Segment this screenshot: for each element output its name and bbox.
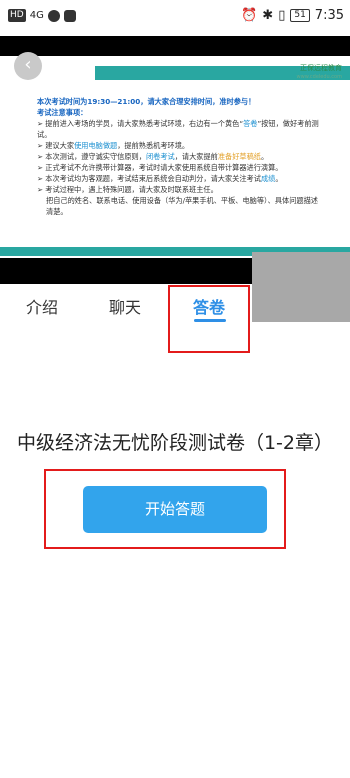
tab-intro[interactable]: 介绍 bbox=[26, 294, 58, 318]
status-left: HD 4G bbox=[8, 9, 76, 22]
tab-chat[interactable]: 聊天 bbox=[109, 294, 141, 318]
notice-item-6: ➢ 考试过程中，遇上特殊问题，请大家及时联系班主任。 bbox=[37, 185, 218, 194]
app-notification-icon bbox=[47, 9, 60, 22]
vibrate-icon: ▯ bbox=[278, 8, 286, 23]
notice-item-2: ➢ 建议大家使用电脑做题，提前熟悉机考环境。 bbox=[37, 141, 190, 150]
exam-time-line: 本次考试时间为19:30—21:00，请大家合理安排时间，准时参与！ bbox=[37, 97, 256, 106]
battery-icon: 51 bbox=[290, 9, 310, 22]
video-top-bar bbox=[0, 36, 350, 56]
camera-preview[interactable] bbox=[252, 252, 350, 322]
bluetooth-icon: ✱ bbox=[262, 8, 274, 23]
hd-indicator: HD bbox=[8, 9, 26, 22]
back-button[interactable]: ‹ bbox=[14, 52, 42, 80]
slide-content: 本次考试时间为19:30—21:00，请大家合理安排时间，准时参与！ 考试注意事… bbox=[37, 96, 322, 217]
clock: 7:35 bbox=[314, 8, 344, 23]
status-bar: HD 4G ⏰ ✱ ▯ 51 7:35 bbox=[0, 0, 350, 36]
network-indicator: 4G bbox=[29, 10, 44, 21]
highlight-box-tab bbox=[168, 285, 250, 353]
status-right: ⏰ ✱ ▯ 51 7:35 bbox=[241, 8, 344, 23]
notice-item-1: ➢ 提前进入考场的学员，请大家熟悉考试环境，右边有一个黄色“答卷”按钮，做好考前… bbox=[37, 119, 319, 139]
notice-title: 考试注意事项： bbox=[37, 108, 88, 117]
app-notification-icon-2 bbox=[63, 9, 76, 22]
notice-item-6-detail: 把自己的姓名、联系电话、使用设备（华为/苹果手机、平板、电脑等）、具体问题描述清… bbox=[46, 196, 318, 216]
alarm-icon: ⏰ bbox=[241, 8, 258, 23]
start-answer-button[interactable]: 开始答题 bbox=[83, 486, 267, 533]
logo-name: 正保远程教育 bbox=[300, 64, 342, 72]
notice-item-5: ➢ 本次考试均为客观题，考试结束后系统会自动判分，请大家关注考试成绩。 bbox=[37, 174, 283, 183]
logo-url: www.cdeledu.com bbox=[296, 74, 342, 80]
notice-item-3: ➢ 本次测试，遵守诚实守信原则，闭卷考试，请大家提前准备好草稿纸。 bbox=[37, 152, 269, 161]
video-bottom-bar bbox=[0, 258, 252, 284]
notice-item-4: ➢ 正式考试不允许携带计算器，考试时请大家使用系统自带计算器进行演算。 bbox=[37, 163, 283, 172]
chevron-left-icon: ‹ bbox=[24, 54, 32, 75]
exam-title: 中级经济法无忧阶段测试卷（1-2章） bbox=[16, 432, 334, 454]
slide-logo: 正保远程教育 www.cdeledu.com bbox=[297, 64, 342, 82]
